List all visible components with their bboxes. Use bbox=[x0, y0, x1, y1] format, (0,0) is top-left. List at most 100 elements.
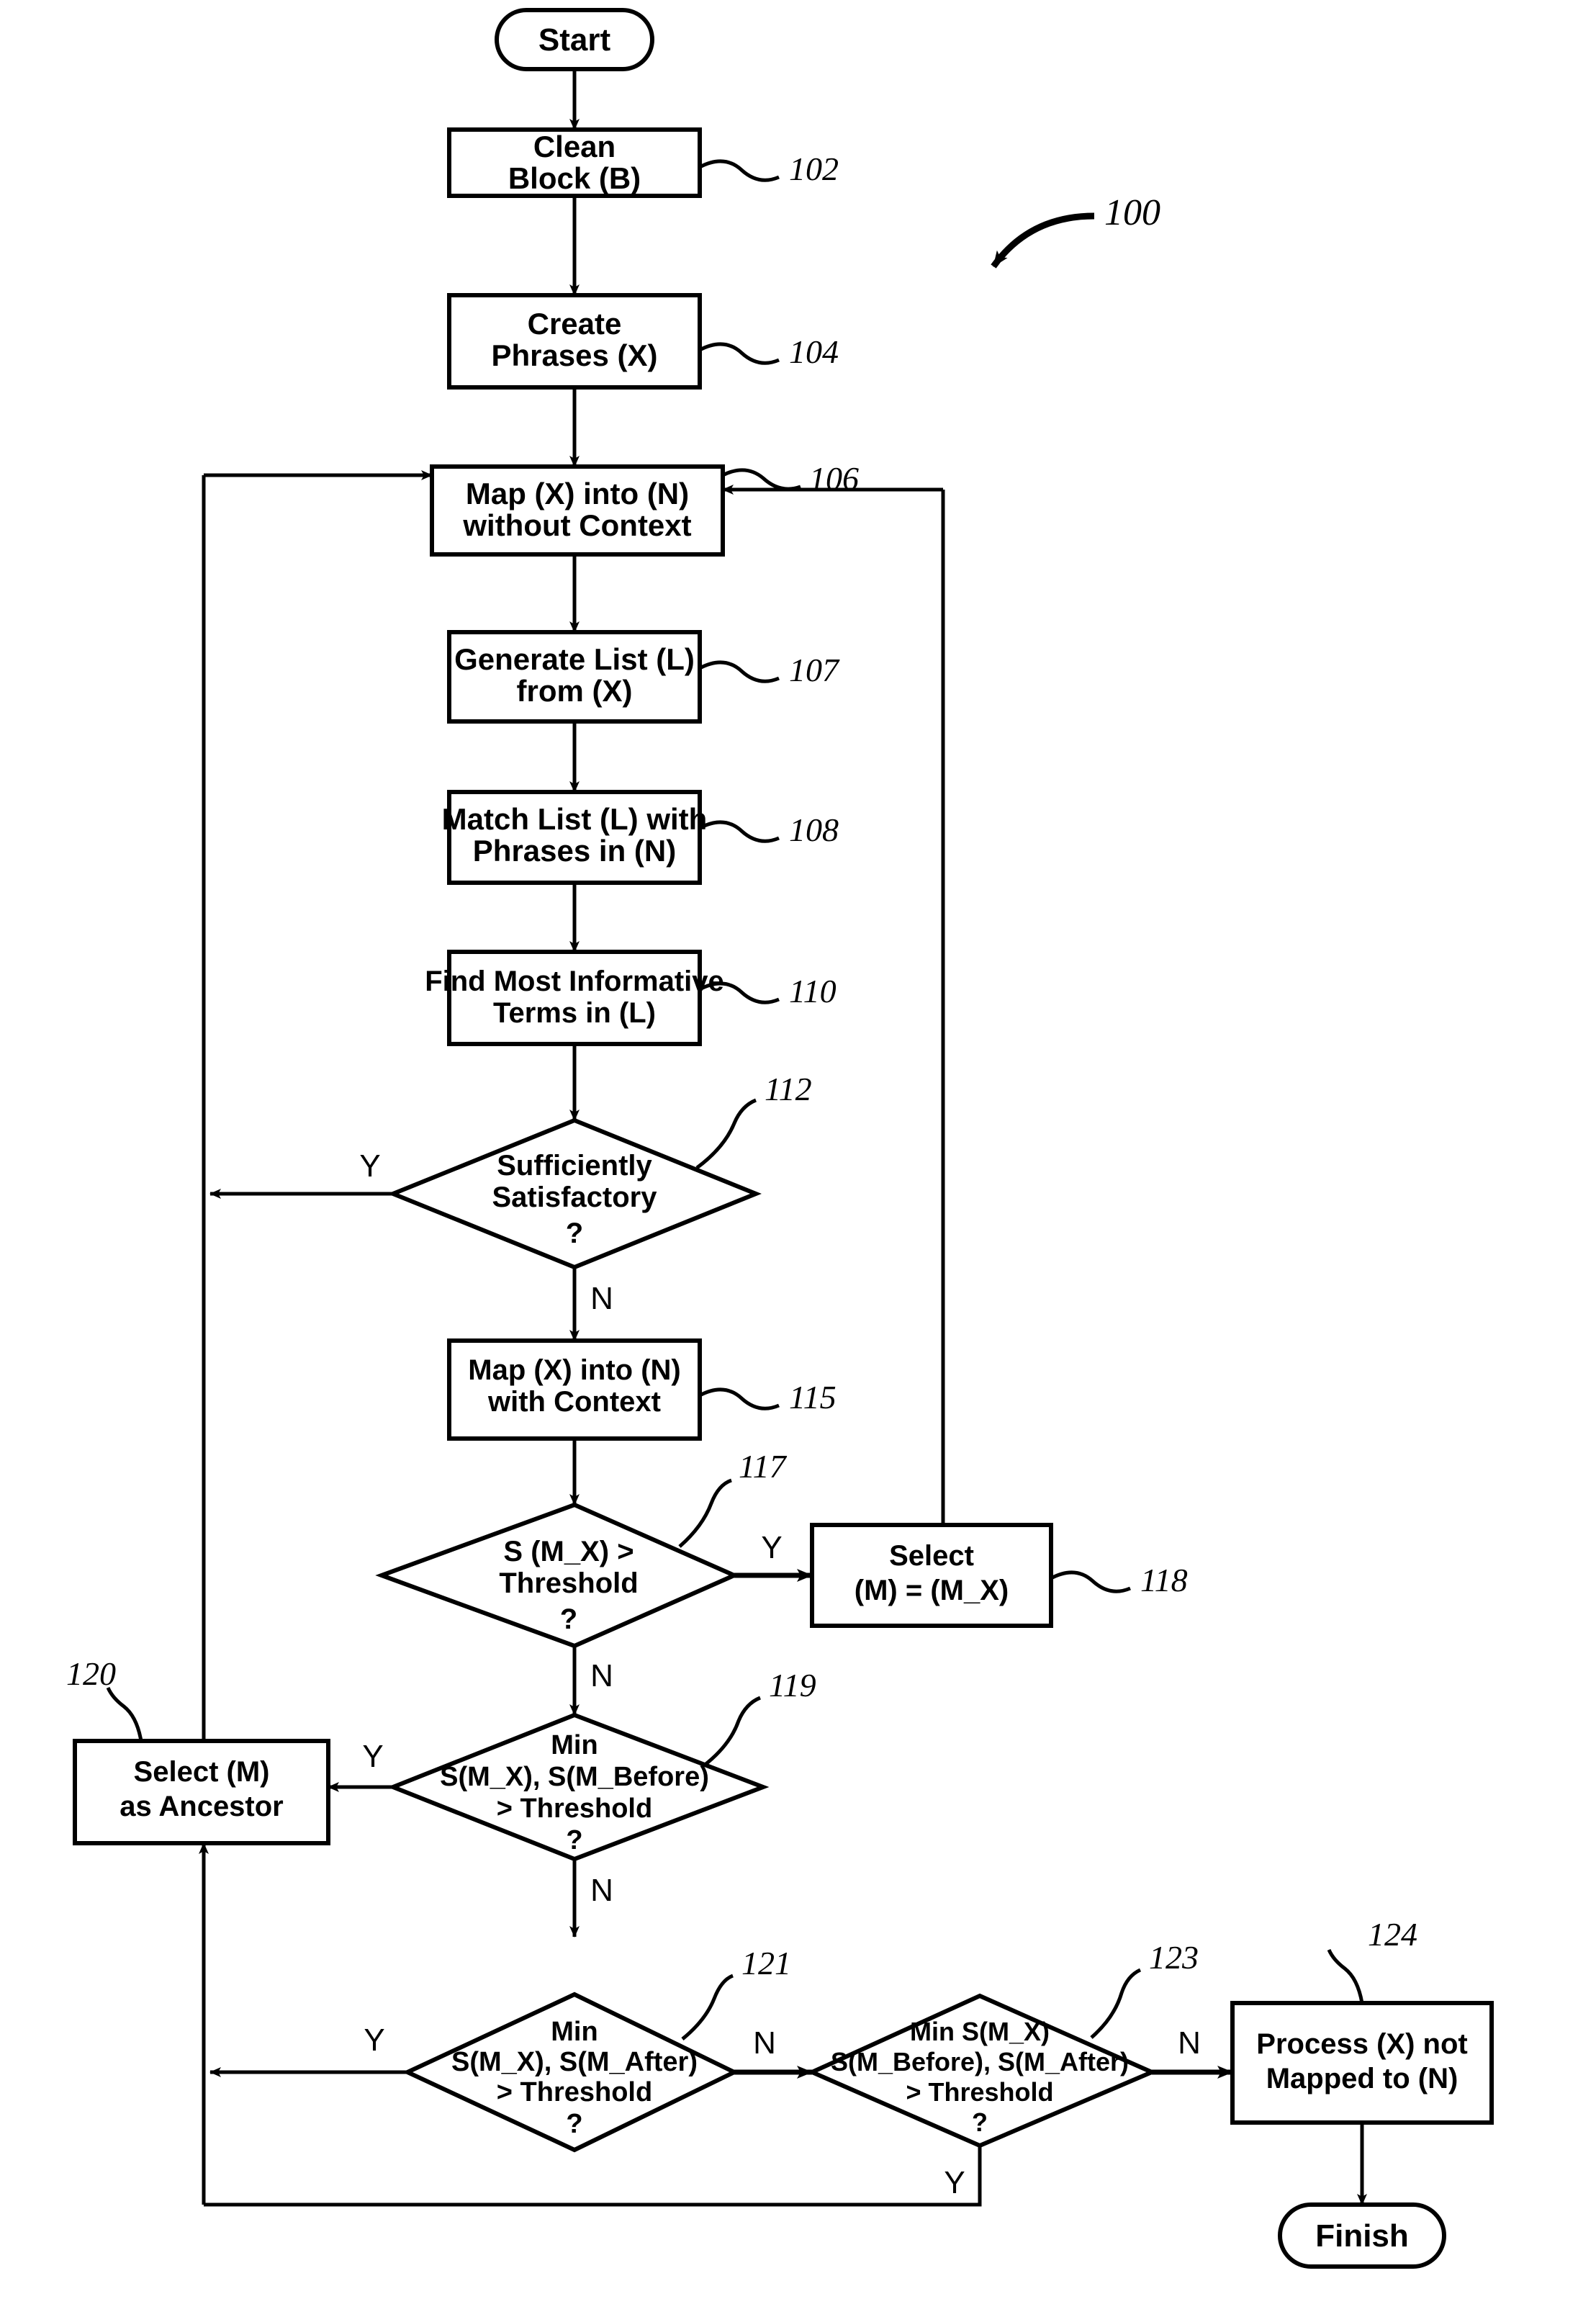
node-104: Create Phrases (X) 104 bbox=[447, 293, 839, 390]
terminator-start: Start bbox=[495, 8, 654, 71]
leader-124 bbox=[1327, 1948, 1364, 2004]
node-118: Select (M) = (M_X) 118 bbox=[810, 1523, 1188, 1628]
ref-107: 107 bbox=[789, 652, 840, 688]
flowchart-figure: Start Clean Block (B) 102 Create Phrases… bbox=[0, 0, 1596, 2304]
flowchart-canvas: Start Clean Block (B) 102 Create Phrases… bbox=[66, 8, 1494, 2269]
leader-118 bbox=[1050, 1570, 1131, 1593]
node-119-line-2: > Threshold bbox=[497, 1794, 652, 1824]
ref-117: 117 bbox=[739, 1448, 788, 1485]
node-112: Sufficiently Satisfactory ? 112 Y N bbox=[359, 1071, 811, 1316]
node-120: Select (M) as Ancestor 120 bbox=[66, 1655, 330, 1845]
branch-121-yes: Y bbox=[364, 2022, 384, 2058]
node-120-line-1: as Ancestor bbox=[120, 1791, 284, 1822]
ref-106: 106 bbox=[809, 460, 859, 497]
ref-112: 112 bbox=[765, 1071, 812, 1107]
node-121-line-1: S(M_X), S(M_After) bbox=[451, 2047, 698, 2077]
branch-123-no: N bbox=[1178, 2025, 1201, 2061]
node-123-line-3: ? bbox=[972, 2107, 988, 2137]
leader-112 bbox=[695, 1098, 757, 1170]
ref-124: 124 bbox=[1368, 1916, 1417, 1953]
node-108-line-1: Phrases in (N) bbox=[473, 834, 676, 868]
node-117-line-2: ? bbox=[560, 1603, 577, 1635]
ref-120: 120 bbox=[66, 1655, 116, 1692]
figure-reference-callout: 100 bbox=[991, 192, 1160, 269]
node-119-line-0: Min bbox=[551, 1730, 598, 1760]
node-115: Map (X) into (N) with Context 115 bbox=[447, 1338, 837, 1441]
node-123-line-0: Min S(M_X) bbox=[910, 2017, 1050, 2046]
terminator-finish-label: Finish bbox=[1315, 2218, 1409, 2254]
figure-reference-arrow bbox=[991, 212, 1095, 269]
node-104-line-1: Phrases (X) bbox=[491, 338, 657, 372]
node-107-line-0: Generate List (L) bbox=[454, 642, 695, 676]
node-124-line-1: Mapped to (N) bbox=[1266, 2063, 1459, 2094]
node-118-line-0: Select bbox=[889, 1540, 974, 1572]
node-117: S (M_X) > Threshold ? 117 Y N bbox=[375, 1448, 788, 1693]
node-121-line-0: Min bbox=[551, 2017, 598, 2047]
ref-110: 110 bbox=[789, 973, 837, 1009]
node-119-line-1: S(M_X), S(M_Before) bbox=[440, 1762, 709, 1792]
ref-123: 123 bbox=[1149, 1939, 1199, 1976]
node-124: Process (X) not Mapped to (N) 124 bbox=[1230, 1916, 1494, 2125]
leader-115 bbox=[698, 1387, 780, 1410]
ref-118: 118 bbox=[1140, 1562, 1188, 1598]
leader-106 bbox=[721, 468, 801, 491]
node-112-line-0: Sufficiently bbox=[497, 1150, 652, 1182]
node-118-line-1: (M) = (M_X) bbox=[855, 1575, 1009, 1606]
branch-117-yes: Y bbox=[761, 1530, 782, 1565]
node-107: Generate List (L) from (X) 107 bbox=[447, 630, 840, 724]
branch-117-no: N bbox=[590, 1658, 613, 1693]
node-121-line-3: ? bbox=[566, 2109, 582, 2139]
node-121-line-2: > Threshold bbox=[497, 2077, 652, 2107]
ref-104: 104 bbox=[789, 333, 839, 370]
node-110-line-0: Find Most Informative bbox=[425, 966, 724, 997]
node-124-line-0: Process (X) not bbox=[1256, 2028, 1467, 2060]
ref-115: 115 bbox=[789, 1379, 837, 1416]
node-115-line-0: Map (X) into (N) bbox=[468, 1354, 681, 1386]
leader-117 bbox=[678, 1478, 732, 1548]
node-102-line-1: Block (B) bbox=[508, 161, 641, 195]
node-108: Match List (L) with Phrases in (N) 108 bbox=[442, 790, 839, 885]
node-117-line-0: S (M_X) > bbox=[503, 1536, 634, 1567]
node-106: Map (X) into (N) without Context 106 bbox=[430, 460, 859, 557]
branch-119-yes: Y bbox=[362, 1739, 383, 1774]
branch-121-no: N bbox=[753, 2025, 776, 2061]
terminator-finish: Finish bbox=[1278, 2202, 1446, 2269]
leader-119 bbox=[703, 1696, 762, 1767]
node-119: Min S(M_X), S(M_Before) > Threshold ? 11… bbox=[362, 1667, 816, 1908]
node-108-line-0: Match List (L) with bbox=[442, 802, 708, 836]
ref-119: 119 bbox=[769, 1667, 816, 1704]
branch-119-no: N bbox=[590, 1873, 613, 1908]
node-123-line-1: S(M_Before), S(M_After) bbox=[831, 2047, 1129, 2076]
node-106-line-0: Map (X) into (N) bbox=[466, 477, 689, 510]
leader-108 bbox=[698, 820, 780, 843]
leader-102 bbox=[698, 159, 780, 182]
terminator-start-label: Start bbox=[538, 22, 611, 58]
ref-100: 100 bbox=[1104, 192, 1160, 233]
node-121: Min S(M_X), S(M_After) > Threshold ? 121… bbox=[364, 1945, 791, 2153]
node-120-line-0: Select (M) bbox=[134, 1756, 270, 1788]
node-117-line-1: Threshold bbox=[499, 1567, 638, 1599]
node-102: Clean Block (B) 102 bbox=[447, 127, 839, 198]
branch-112-yes: Y bbox=[359, 1148, 380, 1184]
node-123-line-2: > Threshold bbox=[906, 2077, 1053, 2107]
node-119-line-3: ? bbox=[566, 1825, 582, 1855]
node-112-line-1: Satisfactory bbox=[492, 1182, 658, 1213]
branch-112-no: N bbox=[590, 1281, 613, 1316]
node-107-line-1: from (X) bbox=[517, 674, 633, 708]
node-110-line-1: Terms in (L) bbox=[493, 997, 656, 1029]
leader-104 bbox=[698, 342, 780, 365]
leader-120 bbox=[106, 1686, 143, 1742]
node-106-line-1: without Context bbox=[462, 508, 691, 542]
branch-123-yes: Y bbox=[944, 2165, 965, 2200]
flow-connectors bbox=[199, 69, 1367, 2207]
leader-123 bbox=[1090, 1968, 1142, 2039]
leader-121 bbox=[681, 1974, 734, 2040]
node-104-line-0: Create bbox=[528, 307, 622, 341]
node-112-line-2: ? bbox=[566, 1218, 583, 1249]
leader-107 bbox=[698, 660, 780, 683]
ref-121: 121 bbox=[741, 1945, 791, 1981]
node-110: Find Most Informative Terms in (L) 110 bbox=[425, 950, 837, 1046]
ref-102: 102 bbox=[789, 150, 839, 187]
ref-108: 108 bbox=[789, 811, 839, 848]
node-102-line-0: Clean bbox=[533, 130, 616, 163]
